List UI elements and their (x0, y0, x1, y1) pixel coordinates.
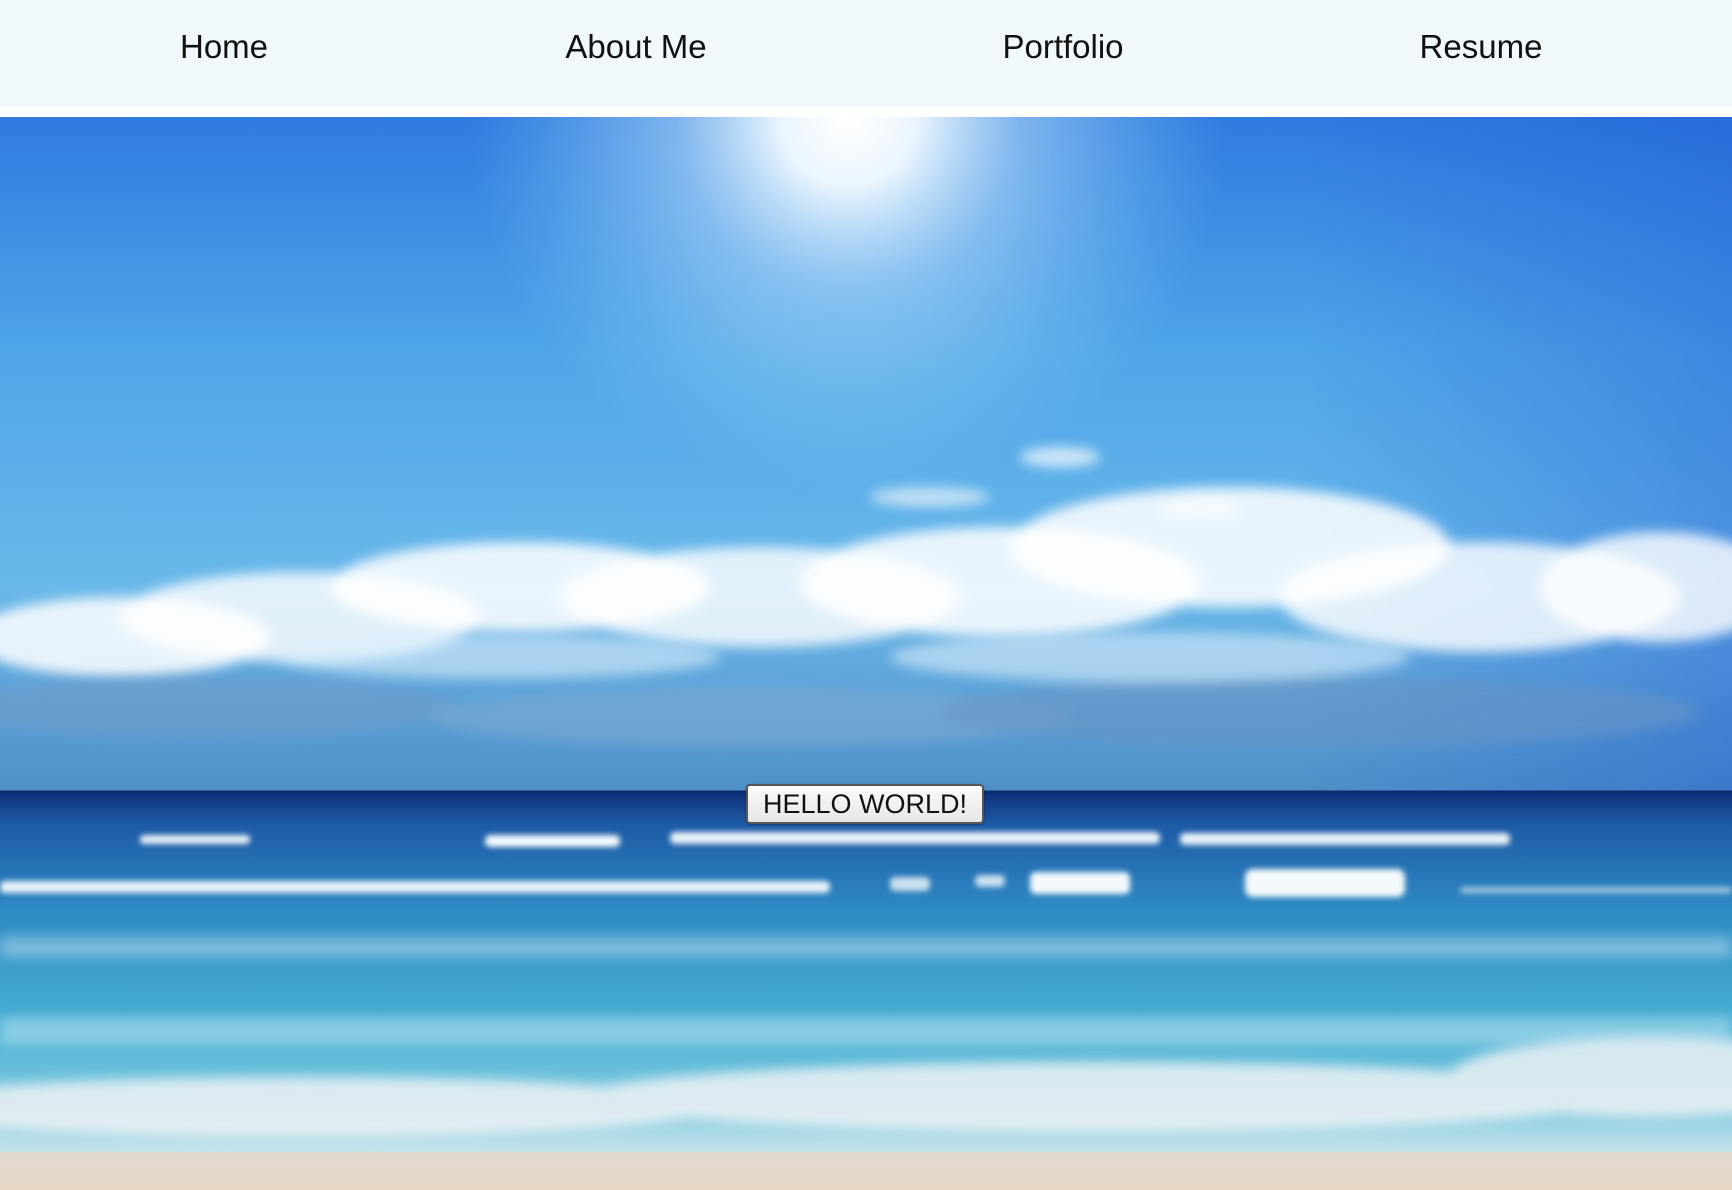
nav-link-home[interactable]: Home (180, 28, 268, 66)
hello-world-button[interactable]: HELLO WORLD! (746, 784, 985, 824)
nav-link-resume[interactable]: Resume (1420, 28, 1543, 66)
nav-link-portfolio[interactable]: Portfolio (1002, 28, 1123, 66)
hero-section: HELLO WORLD! (0, 117, 1732, 1190)
nav-link-about-me[interactable]: About Me (565, 28, 706, 66)
beach-background-image (0, 117, 1732, 1190)
nav-divider (0, 107, 1732, 117)
top-nav: Home About Me Portfolio Resume (0, 0, 1732, 107)
